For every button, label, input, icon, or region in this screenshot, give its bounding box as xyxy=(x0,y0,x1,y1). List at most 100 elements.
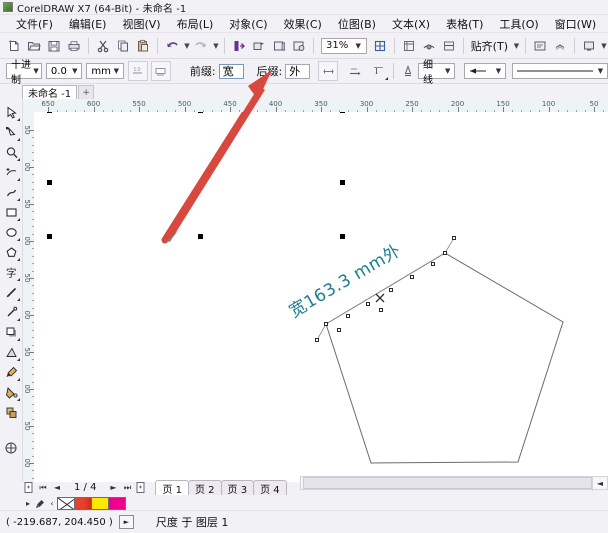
smart-fill-tool[interactable] xyxy=(1,402,21,422)
save-document-icon[interactable] xyxy=(44,36,64,56)
shape-tool[interactable] xyxy=(1,122,21,142)
selection-handle[interactable] xyxy=(47,180,52,185)
horizontal-scrollbar[interactable]: ◄ xyxy=(300,475,608,491)
dimension-tool[interactable] xyxy=(1,282,21,302)
redo-icon[interactable] xyxy=(191,36,211,56)
drawing-canvas[interactable]: 宽163.3 mm外 xyxy=(34,112,608,482)
selection-handle[interactable] xyxy=(340,112,345,113)
document-tab-untitled[interactable]: 未命名 -1 xyxy=(22,85,78,100)
color-eyedropper-tool[interactable] xyxy=(1,362,21,382)
palette-scroll-up-icon[interactable]: ▸ xyxy=(22,497,34,510)
object-manager-icon[interactable] xyxy=(550,36,570,56)
menu-layout[interactable]: 布局(L) xyxy=(169,15,222,33)
menu-window[interactable]: 窗口(W) xyxy=(547,15,604,33)
selection-handle[interactable] xyxy=(340,180,345,185)
suffix-input[interactable]: 外 xyxy=(285,63,311,79)
zoom-tool[interactable] xyxy=(1,162,21,182)
new-document-icon[interactable] xyxy=(4,36,24,56)
dynamic-dimensioning-icon[interactable] xyxy=(318,61,339,81)
shape-node[interactable] xyxy=(431,262,435,266)
text-position-icon[interactable] xyxy=(150,61,171,81)
menu-table[interactable]: 表格(T) xyxy=(438,15,491,33)
last-page-button[interactable]: ⏭ xyxy=(120,480,134,495)
shape-node[interactable] xyxy=(366,302,370,306)
shape-node[interactable] xyxy=(452,236,456,240)
menu-object[interactable]: 对象(C) xyxy=(221,15,275,33)
chevron-down-icon[interactable]: ▼ xyxy=(493,65,504,78)
crop-tool[interactable] xyxy=(1,142,21,162)
show-rulers-icon[interactable] xyxy=(399,36,419,56)
chevron-down-icon[interactable]: ▼ xyxy=(32,65,40,78)
palette-swatch-yellow[interactable] xyxy=(91,497,109,510)
menu-edit[interactable]: 编辑(E) xyxy=(61,15,115,33)
shape-node[interactable] xyxy=(324,322,328,326)
drop-shadow-tool[interactable] xyxy=(1,322,21,342)
open-document-icon[interactable] xyxy=(24,36,44,56)
text-horizontal-icon[interactable] xyxy=(345,61,365,81)
snap-dropdown-arrow-icon[interactable]: ▼ xyxy=(511,36,521,56)
chevron-down-icon[interactable]: ▼ xyxy=(111,65,122,78)
copy-icon[interactable] xyxy=(113,36,133,56)
shape-node[interactable] xyxy=(410,275,414,279)
menu-view[interactable]: 视图(V) xyxy=(114,15,168,33)
precision-combobox[interactable]: 0.0 ▼ xyxy=(45,63,83,79)
cut-icon[interactable] xyxy=(93,36,113,56)
menu-tools[interactable]: 工具(O) xyxy=(491,15,546,33)
menu-help[interactable]: 帮助(H) xyxy=(604,15,608,33)
chevron-down-icon[interactable]: ▼ xyxy=(353,39,364,52)
options-dialog-icon[interactable] xyxy=(530,36,550,56)
pick-tool[interactable] xyxy=(1,102,21,122)
selection-handle[interactable] xyxy=(47,234,52,239)
page-tab-1[interactable]: 页 1 xyxy=(155,480,189,496)
show-units-icon[interactable]: 1.0 xyxy=(127,61,148,81)
arrowhead-combobox[interactable]: ▼ xyxy=(464,63,506,79)
undo-icon[interactable] xyxy=(162,36,182,56)
interactive-fill-tool[interactable] xyxy=(1,382,21,402)
redo-dropdown-arrow-icon[interactable]: ▼ xyxy=(211,36,220,56)
connector-tool[interactable] xyxy=(1,302,21,322)
selection-handle[interactable] xyxy=(47,112,52,113)
palette-swatch-none[interactable] xyxy=(57,497,75,510)
shape-node[interactable] xyxy=(315,338,319,342)
menu-bitmap[interactable]: 位图(B) xyxy=(330,15,384,33)
scroll-left-button[interactable]: ◄ xyxy=(592,475,607,491)
page-tab-2[interactable]: 页 2 xyxy=(188,480,222,496)
chevron-down-icon[interactable]: ▼ xyxy=(442,65,453,78)
line-style-combobox[interactable]: ▼ xyxy=(512,63,608,79)
show-grid-icon[interactable] xyxy=(419,36,439,56)
full-screen-preview-icon[interactable] xyxy=(370,36,390,56)
chevron-down-icon[interactable]: ▼ xyxy=(69,65,80,78)
selection-handle[interactable] xyxy=(198,234,203,239)
application-launcher-icon[interactable] xyxy=(289,36,309,56)
publish-pdf-icon[interactable] xyxy=(269,36,289,56)
print-icon[interactable] xyxy=(64,36,84,56)
prefix-input[interactable]: 宽 xyxy=(218,63,245,79)
transparency-tool[interactable] xyxy=(1,342,21,362)
chevron-down-icon[interactable]: ▼ xyxy=(595,65,606,78)
status-expand-button[interactable]: ► xyxy=(118,515,134,529)
palette-swatch-red[interactable] xyxy=(74,497,92,510)
next-page-button[interactable]: ► xyxy=(106,480,120,495)
menu-file[interactable]: 文件(F) xyxy=(8,15,61,33)
selection-handle[interactable] xyxy=(198,112,203,113)
import-icon[interactable] xyxy=(229,36,249,56)
outline-tool[interactable] xyxy=(1,438,21,458)
export-icon[interactable] xyxy=(249,36,269,56)
previous-page-button[interactable]: ◄ xyxy=(50,480,64,495)
shape-node[interactable] xyxy=(379,308,383,312)
display-mode-dropdown-arrow-icon[interactable]: ▼ xyxy=(599,36,608,56)
zoom-level-combobox[interactable]: 31% ▼ xyxy=(321,37,367,54)
menu-effects[interactable]: 效果(C) xyxy=(276,15,330,33)
page-tab-4[interactable]: 页 4 xyxy=(253,480,287,496)
add-page-start-button[interactable] xyxy=(22,480,36,495)
ellipse-tool[interactable] xyxy=(1,222,21,242)
palette-swatch-magenta[interactable] xyxy=(108,497,126,510)
selection-handle[interactable] xyxy=(340,234,345,239)
first-page-button[interactable]: ⏮ xyxy=(36,480,50,495)
undo-dropdown-arrow-icon[interactable]: ▼ xyxy=(182,36,191,56)
shape-node[interactable] xyxy=(337,328,341,332)
outline-width-combobox[interactable]: 细线 ▼ xyxy=(418,60,455,86)
paste-icon[interactable] xyxy=(133,36,153,56)
shape-node[interactable] xyxy=(443,251,447,255)
rectangle-tool[interactable] xyxy=(1,202,21,222)
